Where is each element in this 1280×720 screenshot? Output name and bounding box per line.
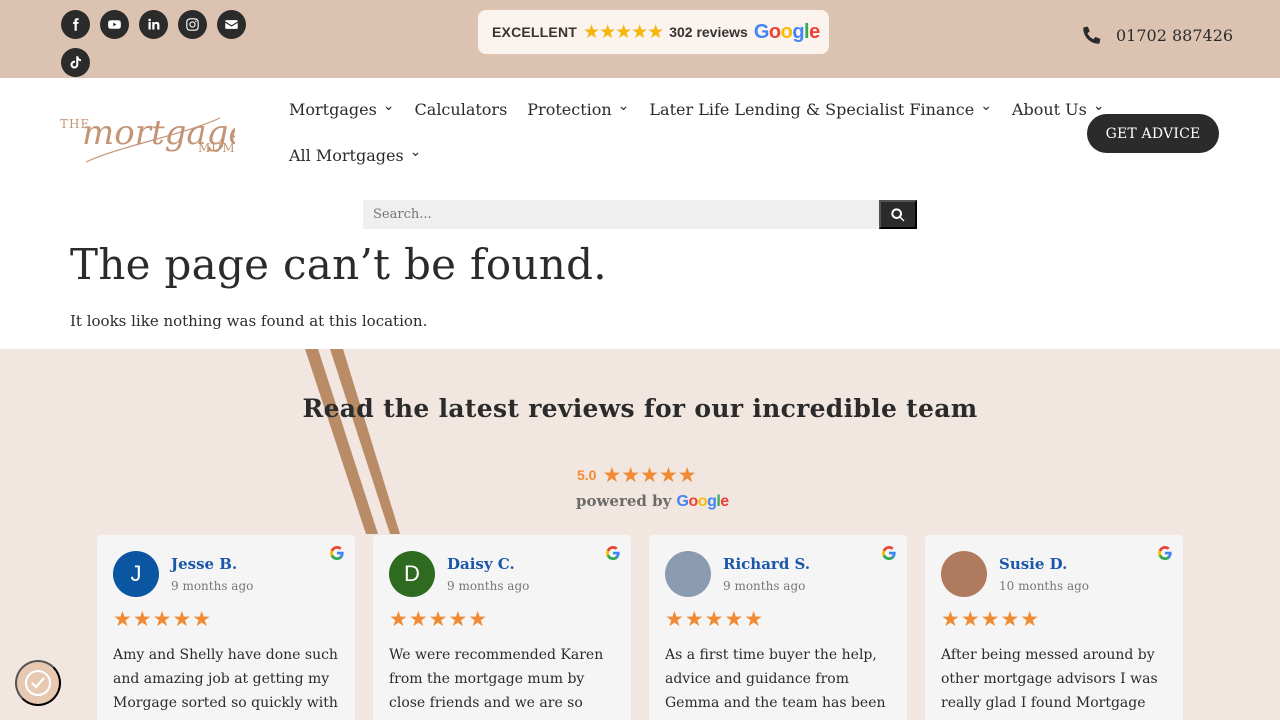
nav-row-secondary: All Mortgages ⌄ [289, 142, 1049, 168]
chevron-down-icon: ⌄ [382, 98, 395, 114]
nav-item-about-us[interactable]: About Us ⌄ [1011, 98, 1105, 119]
review-stars: ★★★★★ [113, 607, 213, 631]
review-time: 9 months ago [171, 579, 254, 593]
svg-text:MUM: MUM [198, 141, 235, 155]
search-input[interactable] [363, 200, 879, 229]
review-time: 9 months ago [723, 579, 806, 593]
instagram-icon[interactable] [178, 10, 207, 39]
get-advice-button[interactable]: GET ADVICE [1087, 114, 1219, 153]
social-links [61, 10, 251, 77]
nav-row-primary: Mortgages ⌄ Calculators Protection ⌄ Later Li… [289, 96, 1105, 122]
top-bar: EXCELLENT ★★★★★ 302 reviews Google 01702… [0, 0, 1280, 78]
rating-value: 5.0 [577, 467, 597, 483]
google-reviews-badge[interactable]: EXCELLENT ★★★★★ 302 reviews Google [478, 10, 829, 54]
google-icon [330, 546, 344, 560]
review-card: Susie D. 10 months ago ★★★★★ After being me… [925, 535, 1183, 720]
page-title: The page can’t be found. [70, 240, 607, 289]
error-message: It looks like nothing was found at this … [70, 312, 428, 330]
review-stars: ★★★★★ [665, 607, 765, 631]
nav-item-calculators[interactable]: Calculators [415, 100, 508, 119]
avatar: D [389, 551, 435, 597]
nav-item-label: Calculators [414, 99, 508, 119]
nav-item-label: Protection [527, 99, 612, 119]
phone-icon [1083, 26, 1101, 44]
nav-item-label: Later Life Lending & Specialist Finance [649, 99, 975, 119]
youtube-icon[interactable] [100, 10, 129, 39]
google-logo: Google [676, 493, 730, 510]
chevron-down-icon: ⌄ [1092, 98, 1105, 114]
reviewer-name[interactable]: Susie D. [999, 555, 1067, 573]
reviews-heading: Read the latest reviews for our incredib… [302, 394, 978, 423]
email-icon[interactable] [217, 10, 246, 39]
review-text: Amy and Shelly have done such and amazin… [113, 647, 338, 720]
nav-item-label: Mortgages [289, 99, 377, 119]
review-text: After being messed around by other mortg… [941, 647, 1158, 711]
facebook-icon[interactable] [61, 10, 90, 39]
phone-number: 01702 887426 [1116, 25, 1234, 45]
chevron-down-icon: ⌄ [980, 98, 992, 114]
chevron-down-icon: ⌄ [617, 98, 630, 114]
linkedin-icon[interactable] [139, 10, 168, 39]
google-icon [882, 546, 896, 560]
rating-stars: ★★★★★ [602, 463, 697, 487]
badge-review-count: 302 reviews [669, 24, 748, 40]
google-icon [1158, 546, 1172, 560]
review-card: Richard S. 9 months ago ★★★★★ As a first ti… [649, 535, 907, 720]
review-time: 10 months ago [999, 579, 1089, 593]
reviewer-name[interactable]: Jesse B. [171, 555, 237, 573]
google-logo: Google [753, 20, 820, 43]
review-time: 9 months ago [447, 579, 530, 593]
review-card: J Jesse B. 9 months ago ★★★★★ Amy and Shelly… [97, 535, 355, 720]
avatar [941, 551, 987, 597]
badge-stars: ★★★★★ [583, 21, 664, 43]
google-icon [606, 546, 620, 560]
nav-item-mortgages[interactable]: Mortgages ⌄ [289, 98, 395, 119]
review-text: We were recommended Karen from the mortg… [389, 647, 604, 720]
site-logo[interactable]: THE mortgage MUM [60, 96, 249, 172]
powered-by-google: powered by Google [576, 492, 730, 510]
overall-rating: 5.0 ★★★★★ [577, 463, 697, 487]
nav-item-later-life-lending-specialist-finance[interactable]: Later Life Lending & Specialist Finance ⌄ [649, 98, 992, 119]
accessibility-button[interactable] [15, 660, 61, 706]
phone-link[interactable]: 01702 887426 [1082, 25, 1233, 45]
nav-item-protection[interactable]: Protection ⌄ [527, 98, 630, 119]
reviewer-name[interactable]: Richard S. [723, 555, 810, 573]
search-form [363, 200, 917, 229]
review-text: As a first time buyer the help, advice a… [665, 647, 886, 711]
chevron-down-icon: ⌄ [409, 144, 422, 160]
main-nav: Mortgages ⌄ Calculators Protection ⌄ Later Li… [289, 96, 1105, 188]
review-stars: ★★★★★ [389, 607, 489, 631]
nav-item-label: About Us [1011, 99, 1087, 119]
tiktok-icon[interactable] [61, 48, 90, 77]
avatar [665, 551, 711, 597]
avatar: J [113, 551, 159, 597]
reviewer-name[interactable]: Daisy C. [447, 555, 515, 573]
search-icon [891, 207, 905, 221]
search-button[interactable] [879, 200, 917, 229]
review-card: D Daisy C. 9 months ago ★★★★★ We were recomm… [373, 535, 631, 720]
reviews-section: Read the latest reviews for our incredib… [0, 349, 1280, 720]
accessibility-icon [25, 670, 51, 696]
nav-item-all-mortgages[interactable]: All Mortgages ⌄ [289, 144, 422, 165]
review-stars: ★★★★★ [941, 607, 1041, 631]
badge-rating-label: EXCELLENT [492, 24, 578, 40]
nav-item-label: All Mortgages [289, 145, 404, 165]
